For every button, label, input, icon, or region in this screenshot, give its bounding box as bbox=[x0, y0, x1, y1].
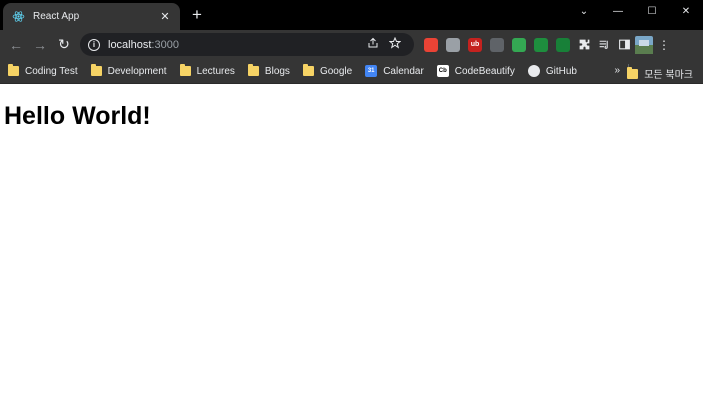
window-controls: ⌄ — ☐ ✕ bbox=[567, 0, 703, 22]
folder-icon bbox=[627, 66, 639, 79]
ext-ublock-icon[interactable]: ub bbox=[468, 37, 482, 52]
bookmark-blogs[interactable]: Blogs bbox=[247, 64, 290, 77]
bookmark-label: GitHub bbox=[545, 65, 577, 77]
ext-gray-icon[interactable] bbox=[490, 37, 504, 52]
extensions-puzzle-icon[interactable] bbox=[574, 35, 594, 55]
back-button[interactable]: ← bbox=[4, 33, 28, 57]
folder-icon bbox=[247, 64, 259, 76]
ext-camera-icon[interactable] bbox=[446, 37, 460, 52]
react-icon bbox=[11, 10, 25, 24]
page-heading: Hello World! bbox=[4, 102, 151, 130]
bookmark-label: Coding Test bbox=[25, 65, 78, 77]
side-panel-icon[interactable] bbox=[614, 35, 634, 55]
folder-icon bbox=[179, 64, 191, 76]
bookmark-codebeautify[interactable]: Cb CodeBeautify bbox=[436, 65, 515, 77]
bookmark-lectures[interactable]: Lectures bbox=[179, 64, 235, 77]
minimize-button[interactable]: — bbox=[601, 0, 635, 22]
media-control-icon[interactable] bbox=[594, 35, 614, 55]
bookmark-google[interactable]: Google bbox=[302, 64, 353, 77]
star-icon[interactable] bbox=[384, 36, 406, 52]
profile-avatar[interactable] bbox=[634, 35, 654, 55]
bookmark-label: Calendar bbox=[383, 65, 424, 77]
calendar-icon: 31 bbox=[365, 65, 378, 77]
all-bookmarks-label: 모든 북마크 bbox=[644, 70, 693, 81]
browser-window: React App ✕ + ⌄ — ☐ ✕ ← → ↻ i localhost:… bbox=[0, 0, 703, 404]
forward-button[interactable]: → bbox=[28, 33, 52, 57]
folder-icon bbox=[302, 64, 314, 76]
bookmark-github[interactable]: GitHub bbox=[527, 65, 577, 77]
ext-red-square-icon[interactable] bbox=[424, 37, 438, 52]
folder-icon bbox=[90, 64, 102, 76]
tab-strip: React App ✕ + ⌄ — ☐ ✕ bbox=[0, 0, 703, 30]
bookmark-label: Development bbox=[107, 65, 167, 77]
bookmark-label: Google bbox=[319, 65, 353, 77]
tab-search-button[interactable]: ⌄ bbox=[567, 0, 601, 22]
reload-button[interactable]: ↻ bbox=[52, 33, 76, 57]
url-port: :3000 bbox=[151, 38, 179, 51]
share-icon[interactable] bbox=[362, 37, 384, 52]
bookmark-label: Lectures bbox=[196, 65, 235, 77]
all-bookmarks-folder[interactable]: 모든 북마크 bbox=[627, 66, 693, 81]
bookmark-label: CodeBeautify bbox=[454, 65, 515, 77]
tab-close-icon[interactable]: ✕ bbox=[158, 10, 172, 23]
toolbar: ← → ↻ i localhost:3000 ub ⋮ bbox=[0, 30, 703, 59]
bookmarks-overflow-button[interactable]: » bbox=[614, 65, 620, 76]
github-icon bbox=[527, 65, 540, 77]
bookmark-label: Blogs bbox=[264, 65, 290, 77]
ext-green-gear-icon[interactable] bbox=[512, 37, 526, 52]
site-info-icon[interactable]: i bbox=[88, 38, 100, 51]
address-bar[interactable]: i localhost:3000 bbox=[80, 33, 414, 56]
page-content: Hello World! bbox=[0, 84, 703, 404]
codebeautify-icon: Cb bbox=[436, 65, 449, 77]
url-host: localhost bbox=[108, 38, 152, 51]
tab-title: React App bbox=[33, 11, 80, 22]
tab-react-app[interactable]: React App ✕ bbox=[3, 3, 180, 30]
close-window-button[interactable]: ✕ bbox=[669, 0, 703, 22]
bookmark-calendar[interactable]: 31 Calendar bbox=[365, 65, 424, 77]
ext-tree-icon[interactable] bbox=[556, 37, 570, 52]
maximize-button[interactable]: ☐ bbox=[635, 0, 669, 22]
extensions-area: ub bbox=[420, 37, 574, 52]
folder-icon bbox=[8, 64, 19, 76]
bookmark-coding-test[interactable]: Coding Test bbox=[8, 64, 78, 77]
bookmark-development[interactable]: Development bbox=[90, 64, 167, 77]
bookmarks-bar: Coding Test Development Lectures Blogs Googl… bbox=[0, 59, 703, 84]
new-tab-button[interactable]: + bbox=[188, 6, 206, 24]
ext-green-circle-icon[interactable] bbox=[534, 37, 548, 52]
chrome-menu-button[interactable]: ⋮ bbox=[654, 35, 674, 55]
